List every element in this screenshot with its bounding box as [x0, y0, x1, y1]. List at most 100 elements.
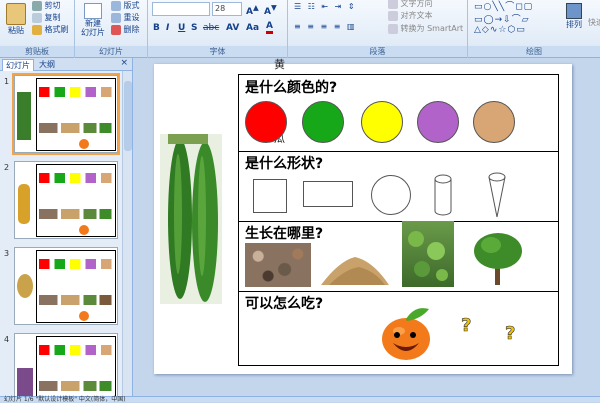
new-slide-button[interactable]: 新建 幻灯片: [78, 3, 108, 37]
thumb-colors: [39, 345, 113, 355]
shapes-gallery[interactable]: ▭○╲╲⌒◻▢ ▭◯→⇩⌒▱ △◇∿☆⬡▭: [474, 0, 533, 35]
font-color-button[interactable]: A: [266, 21, 273, 34]
stones-image: [245, 243, 311, 287]
layout-icon: [111, 0, 121, 11]
scroll-thumb[interactable]: [124, 81, 132, 151]
delete-button[interactable]: 删除: [111, 24, 140, 35]
thumb-potato: [17, 274, 33, 298]
bold-button[interactable]: B: [153, 23, 160, 33]
close-icon[interactable]: ×: [120, 58, 128, 68]
thumb-onion: [17, 368, 33, 398]
align-icon: ≡ ≡ ≡ ≡ ▥: [294, 22, 357, 31]
align-text-button[interactable]: 对齐文本: [388, 10, 433, 21]
slide-number: 4: [4, 335, 10, 344]
question-table: 是什么颜色的? 是什么形状? 生长在哪里? 可以怎么吃? ? ?: [238, 74, 559, 366]
arrange-button[interactable]: 排列: [562, 3, 586, 30]
paste-label: 粘贴: [8, 26, 24, 35]
slide[interactable]: 黄 瓜 是什么颜色的? 是什么形状? 生长在哪里? 可以怎么吃? ? ?: [154, 58, 572, 374]
thumb-table: [36, 78, 116, 151]
orange-character-image: [382, 308, 430, 360]
italic-button[interactable]: I: [166, 23, 169, 33]
slides-group-label: 幻灯片: [75, 46, 147, 57]
format-painter-button[interactable]: 格式刷: [32, 24, 69, 35]
strikethrough-button[interactable]: abc: [203, 23, 219, 33]
svg-text:?: ?: [505, 323, 515, 344]
shape-square: [253, 179, 287, 213]
paste-button[interactable]: 粘贴: [2, 3, 30, 36]
underline-button[interactable]: U: [178, 23, 185, 33]
thumb-colors: [39, 259, 113, 269]
clipboard-group-label: 剪贴板: [0, 46, 74, 57]
thumb-colors: [39, 87, 113, 97]
thumb-orange: [79, 311, 89, 321]
status-bar: 幻灯片 1/6 "默认设计模板" 中文(简体，中国): [0, 396, 600, 403]
question-color: 是什么颜色的?: [245, 80, 338, 96]
slide-number: 2: [4, 163, 10, 172]
grow-font-button[interactable]: A▲: [246, 3, 259, 17]
arrange-icon: [566, 3, 582, 19]
tab-outline[interactable]: 大纲: [36, 59, 58, 71]
shapes-icon: ▭○╲╲⌒◻▢ ▭◯→⇩⌒▱ △◇∿☆⬡▭: [474, 2, 534, 35]
row-divider: [239, 151, 558, 152]
smartart-button[interactable]: 转换为 SmartArt: [388, 23, 463, 34]
layout-label: 版式: [123, 1, 140, 10]
align-text-label: 对齐文本: [400, 11, 433, 20]
paragraph-group: ☰ ☷ ⇤ ⇥ ⇕ ≡ ≡ ≡ ≡ ▥ 文字方向 对齐文本 转换为 SmartA…: [288, 0, 468, 58]
color-red: [245, 101, 287, 143]
paste-icon: [6, 3, 26, 25]
question-mark-icon: ?: [505, 323, 516, 345]
row-divider: [239, 291, 558, 292]
font-size-combo[interactable]: 28: [212, 2, 242, 16]
font-name-combo[interactable]: [152, 2, 210, 16]
text-direction-button[interactable]: 文字方向: [388, 0, 433, 9]
panel-scrollbar[interactable]: [122, 71, 132, 398]
shrink-font-button[interactable]: A▼: [264, 3, 277, 17]
vine-svg: [408, 231, 448, 281]
change-case-button[interactable]: Aa: [246, 23, 259, 33]
brush-icon: [32, 24, 42, 35]
text-direction-label: 文字方向: [400, 0, 433, 8]
layout-button[interactable]: 版式: [111, 0, 140, 11]
tab-slides[interactable]: 幻灯片: [2, 59, 34, 71]
thumb-orange: [79, 139, 89, 149]
copy-button[interactable]: 复制: [32, 12, 61, 23]
bullets-button[interactable]: ☰ ☷ ⇤ ⇥ ⇕: [294, 2, 357, 11]
list-icon: ☰ ☷ ⇤ ⇥ ⇕: [294, 2, 357, 11]
align-buttons[interactable]: ≡ ≡ ≡ ≡ ▥: [294, 22, 357, 31]
svg-text:?: ?: [461, 315, 471, 336]
slide-thumbnail-3[interactable]: [14, 247, 118, 325]
soil-image: [321, 257, 389, 285]
reset-button[interactable]: 重设: [111, 12, 140, 23]
copy-label: 复制: [44, 13, 61, 22]
slide-thumbnail-2[interactable]: [14, 161, 118, 239]
shadow-button[interactable]: S: [191, 23, 197, 33]
thumb-corn: [18, 184, 30, 224]
cucumber-image: [160, 134, 222, 304]
drawing-group-label: 绘图: [468, 46, 600, 57]
question-shape: 是什么形状?: [245, 156, 324, 172]
row-divider: [239, 221, 558, 222]
vertical-char-1: 黄: [274, 58, 285, 71]
slide-number: 3: [4, 249, 10, 258]
format-painter-label: 格式刷: [44, 25, 69, 34]
reset-label: 重设: [123, 13, 140, 22]
scissors-icon: [32, 0, 42, 11]
color-green: [302, 101, 344, 143]
font-group: 28 A▲ A▼ B I U S abc AV Aa A 字体: [148, 0, 288, 58]
slide-thumbnail-1[interactable]: [12, 73, 120, 155]
char-spacing-button[interactable]: AV: [226, 23, 239, 33]
shape-cone: [488, 172, 506, 218]
font-group-label: 字体: [148, 46, 287, 57]
quick-styles-button[interactable]: 快速: [588, 17, 600, 28]
shape-circle: [371, 175, 411, 215]
thumb-orange: [79, 225, 89, 235]
thumbnail-list: 1 2 3 4: [0, 71, 122, 398]
delete-label: 删除: [123, 25, 140, 34]
cut-button[interactable]: 剪切: [32, 0, 61, 11]
shape-cylinder: [434, 174, 452, 216]
slide-thumbnail-4[interactable]: [14, 333, 118, 398]
reset-icon: [111, 12, 121, 23]
slide-canvas: 黄 瓜 是什么颜色的? 是什么形状? 生长在哪里? 可以怎么吃? ? ?: [134, 58, 600, 398]
cucumber-svg: [160, 134, 222, 304]
clipboard-group: 粘贴 剪切 复制 格式刷 剪贴板: [0, 0, 75, 58]
